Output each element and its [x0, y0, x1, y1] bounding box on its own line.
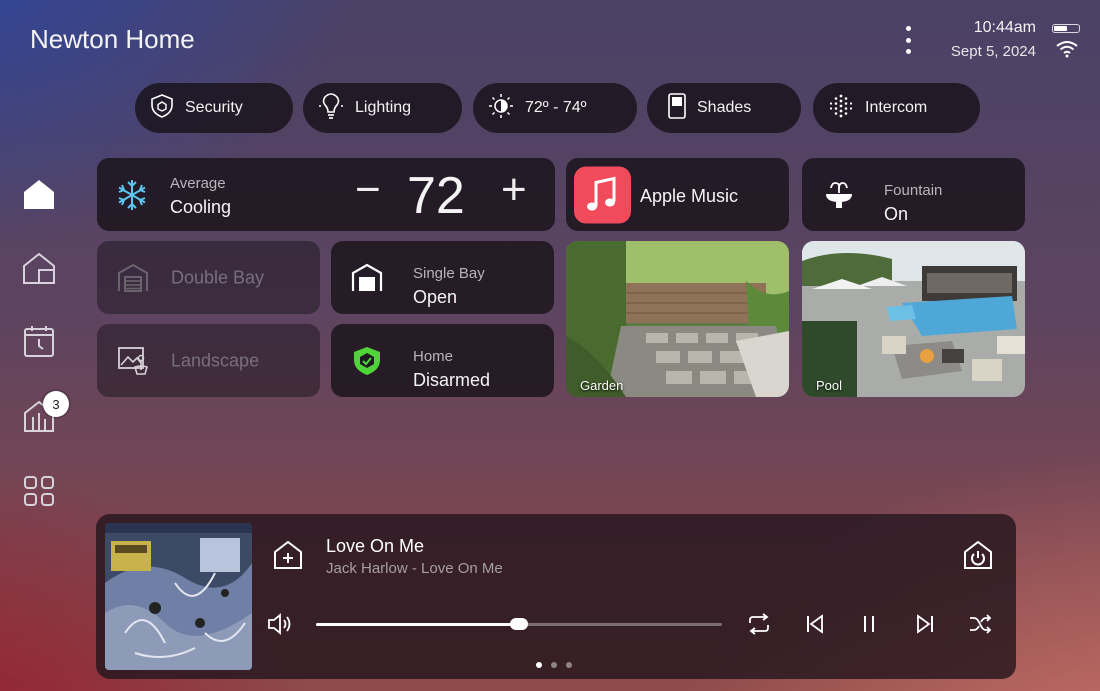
camera-label: Garden [580, 378, 624, 393]
apple-music-label: Apple Music [640, 186, 739, 206]
lightbulb-icon [317, 92, 355, 125]
song-title: Love On Me [326, 536, 425, 556]
intercom-icon [827, 92, 865, 125]
camera-label: Pool [816, 378, 843, 393]
shades-icon [667, 92, 697, 125]
sidebar-item-home[interactable] [20, 177, 58, 215]
notification-badge: 3 [43, 391, 69, 417]
single-bay-tile[interactable]: Single Bay Open [331, 241, 554, 314]
page-dot[interactable] [566, 662, 572, 668]
page-dot[interactable] [551, 662, 557, 668]
double-bay-label: Double Bay [171, 267, 265, 287]
repeat-icon[interactable] [746, 612, 772, 636]
camera-garden[interactable]: Garden [566, 241, 789, 397]
climate-mode: Cooling [170, 197, 232, 217]
chip-lighting[interactable]: Lighting [303, 83, 462, 133]
home-security-status: Disarmed [413, 370, 491, 390]
calendar-icon [23, 324, 55, 363]
progress-fill [316, 623, 519, 626]
garage-open-icon [351, 263, 383, 293]
temperature-decrease-button[interactable]: − [355, 165, 381, 215]
double-bay-tile[interactable]: Double Bay [97, 241, 320, 314]
fountain-label: Fountain [884, 182, 943, 199]
page-dot[interactable] [536, 662, 542, 668]
add-to-home-icon[interactable] [272, 539, 304, 571]
previous-track-icon[interactable] [804, 612, 826, 636]
pool-camera-image [802, 241, 1025, 397]
climate-label: Average [170, 175, 226, 192]
next-track-icon[interactable] [914, 612, 936, 636]
more-options-icon[interactable] [896, 26, 920, 54]
apple-music-tile[interactable]: Apple Music [566, 158, 789, 231]
song-artist: Jack Harlow - Love On Me [326, 560, 503, 577]
climate-tile[interactable]: Average Cooling − 72 + [97, 158, 555, 231]
pause-icon[interactable] [858, 612, 880, 636]
clock-time: 10:44am [973, 19, 1036, 36]
landscape-icon [117, 346, 151, 376]
home-security-label: Home [413, 348, 454, 365]
chip-security[interactable]: Security [135, 83, 293, 133]
grid-icon [23, 475, 55, 512]
music-note-icon [574, 166, 631, 223]
fountain-icon [822, 180, 856, 210]
climate-icon [487, 92, 525, 125]
volume-icon[interactable] [266, 612, 294, 636]
chip-intercom[interactable]: Intercom [813, 83, 980, 133]
chip-label: 72º - 74º [525, 99, 587, 116]
single-bay-label: Single Bay [413, 265, 485, 282]
sidebar-item-calendar[interactable] [20, 324, 58, 362]
page-title: Newton Home [30, 24, 195, 54]
sidebar-item-apps[interactable] [20, 474, 58, 512]
battery-icon [1052, 24, 1080, 33]
chip-label: Security [185, 99, 243, 116]
chip-label: Shades [697, 99, 752, 116]
landscape-label: Landscape [171, 350, 260, 370]
landscape-tile[interactable]: Landscape [97, 324, 320, 397]
chip-label: Lighting [355, 99, 412, 116]
single-bay-status: Open [413, 287, 458, 307]
chip-shades[interactable]: Shades [647, 83, 801, 133]
page-indicator [536, 662, 572, 668]
shield-check-icon [351, 345, 383, 377]
temperature-value: 72 [407, 167, 465, 225]
wifi-icon [1055, 40, 1079, 63]
chip-label: Intercom [865, 99, 928, 116]
progress-thumb[interactable] [510, 618, 528, 630]
garage-icon [117, 263, 149, 293]
home-filled-icon [22, 177, 56, 216]
garden-camera-image [566, 241, 789, 397]
snowflake-icon [115, 178, 149, 212]
progress-slider[interactable] [316, 618, 722, 630]
home-security-tile[interactable]: Home Disarmed [331, 324, 554, 397]
fountain-tile[interactable]: Fountain On [802, 158, 1025, 231]
camera-pool[interactable]: Pool [802, 241, 1025, 397]
temperature-increase-button[interactable]: + [501, 165, 527, 215]
music-player: Love On Me Jack Harlow - Love On Me [96, 514, 1016, 679]
album-art [105, 523, 252, 670]
clock-date: Sept 5, 2024 [950, 43, 1036, 60]
chip-climate[interactable]: 72º - 74º [473, 83, 637, 133]
sidebar-item-rooms[interactable] [20, 251, 58, 289]
shuffle-icon[interactable] [968, 612, 992, 636]
shield-icon [149, 93, 185, 124]
rooms-icon [22, 251, 56, 290]
power-icon[interactable] [962, 539, 994, 571]
fountain-status: On [884, 204, 909, 224]
